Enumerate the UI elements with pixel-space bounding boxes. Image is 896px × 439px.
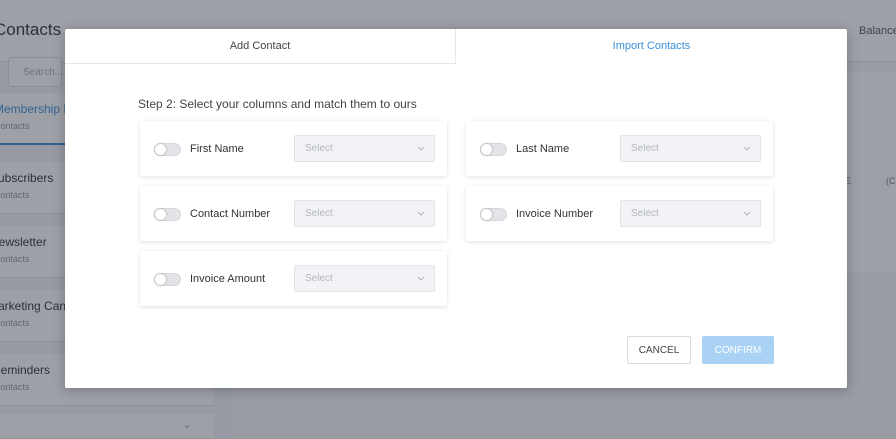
toggle-switch[interactable] (154, 143, 181, 156)
field-label: Contact Number (190, 208, 271, 220)
toggle-knob (155, 274, 166, 285)
toggle-knob (155, 209, 166, 220)
select-placeholder: Select (631, 143, 659, 154)
chevron-down-icon (417, 211, 425, 216)
select-placeholder: Select (305, 143, 333, 154)
field-label: Invoice Number (516, 208, 594, 220)
chevron-down-icon (743, 211, 751, 216)
cancel-button[interactable]: CANCEL (627, 336, 691, 364)
chevron-down-icon (417, 146, 425, 151)
toggle-knob (155, 144, 166, 155)
step-title: Step 2: Select your columns and match th… (138, 97, 417, 111)
mapping-card-invoice-number: Invoice Number Select (466, 186, 773, 241)
mapping-card-invoice-amount: Invoice Amount Select (140, 251, 447, 306)
column-select[interactable]: Select (294, 200, 435, 227)
toggle-switch[interactable] (480, 208, 507, 221)
field-label: Invoice Amount (190, 273, 266, 285)
column-select[interactable]: Select (294, 265, 435, 292)
mapping-card-contact-number: Contact Number Select (140, 186, 447, 241)
chevron-down-icon (417, 276, 425, 281)
column-select[interactable]: Select (294, 135, 435, 162)
chevron-down-icon (743, 146, 751, 151)
toggle-switch[interactable] (154, 273, 181, 286)
modal-tabs: Add Contact Import Contacts (65, 29, 847, 64)
select-placeholder: Select (305, 208, 333, 219)
mapping-card-first-name: First Name Select (140, 121, 447, 176)
column-select[interactable]: Select (620, 200, 761, 227)
mapping-card-last-name: Last Name Select (466, 121, 773, 176)
field-label: First Name (190, 143, 244, 155)
select-placeholder: Select (305, 273, 333, 284)
toggle-switch[interactable] (154, 208, 181, 221)
column-select[interactable]: Select (620, 135, 761, 162)
tab-add-contact[interactable]: Add Contact (65, 29, 456, 64)
toggle-knob (481, 209, 492, 220)
toggle-switch[interactable] (480, 143, 507, 156)
toggle-knob (481, 144, 492, 155)
import-contacts-modal: Add Contact Import Contacts Step 2: Sele… (65, 29, 847, 388)
field-label: Last Name (516, 143, 570, 155)
confirm-button[interactable]: CONFIRM (702, 336, 774, 364)
tab-import-contacts[interactable]: Import Contacts (456, 29, 847, 64)
select-placeholder: Select (631, 208, 659, 219)
